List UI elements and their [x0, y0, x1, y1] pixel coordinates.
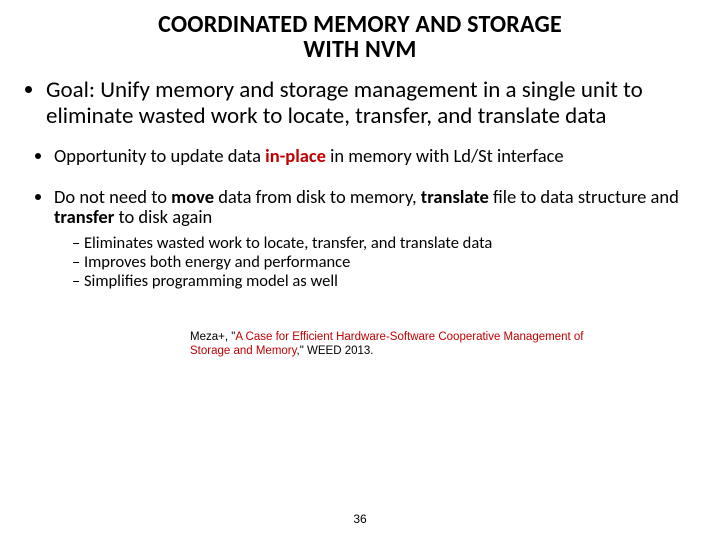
bullet-list-sub: Opportunity to update data in-place in m… — [20, 146, 700, 291]
opp-inplace: in-place — [265, 144, 326, 167]
dnn-2: data from disk to memory, — [214, 185, 421, 208]
slide-title: COORDINATED MEMORY AND STORAGE WITH NVM — [60, 12, 660, 62]
dash-eliminates: Eliminates wasted work to locate, transf… — [72, 234, 700, 253]
bullet-goal: Goal: Unify memory and storage managemen… — [46, 78, 700, 130]
dash-list: Eliminates wasted work to locate, transf… — [54, 234, 700, 291]
opp-pre: Opportunity to update data — [54, 144, 265, 167]
citation-tail: ," WEED 2013. — [297, 345, 374, 357]
citation: Meza+, "A Case for Efficient Hardware-So… — [190, 331, 590, 359]
dnn-transfer: transfer — [54, 205, 114, 228]
citation-lead: Meza+, " — [190, 331, 235, 343]
title-line-2: WITH NVM — [303, 35, 416, 64]
dnn-1: Do not need to — [54, 185, 171, 208]
dnn-move: move — [171, 185, 214, 208]
dash-improves: Improves both energy and performance — [72, 253, 700, 272]
bullet-opportunity: Opportunity to update data in-place in m… — [54, 146, 700, 167]
dnn-3: file to data structure and — [489, 185, 679, 208]
dnn-translate: translate — [421, 185, 489, 208]
dnn-4: to disk again — [114, 205, 212, 228]
slide-container: COORDINATED MEMORY AND STORAGE WITH NVM … — [0, 0, 720, 540]
dash-simplifies: Simplifies programming model as well — [72, 272, 700, 291]
citation-title: A Case for Efficient Hardware-Software C… — [190, 331, 583, 357]
page-number: 36 — [0, 512, 720, 526]
opp-post: in memory with Ld/St interface — [326, 144, 564, 167]
bullet-donotneed: Do not need to move data from disk to me… — [54, 187, 700, 291]
bullet-list-top: Goal: Unify memory and storage managemen… — [20, 78, 700, 130]
